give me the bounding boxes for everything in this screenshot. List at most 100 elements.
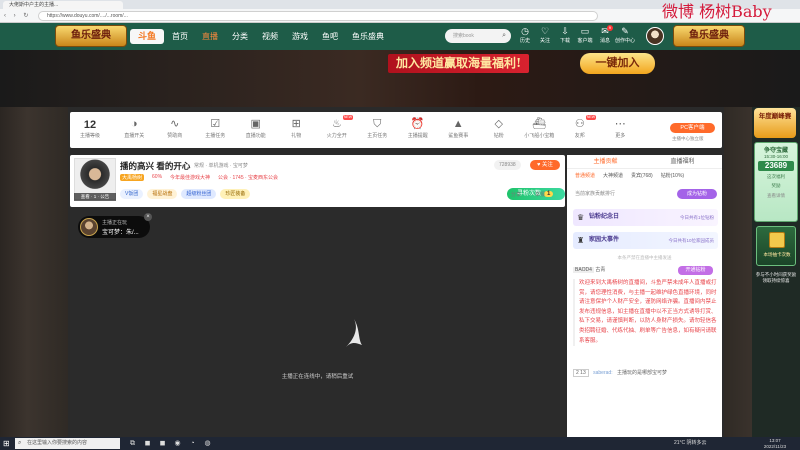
chat-username[interactable]: saberad: <box>593 370 612 376</box>
nav-category[interactable]: 分类 <box>232 31 248 42</box>
tool-home-task[interactable]: ⛉ 主页任务 <box>357 117 398 139</box>
search-icon: ⌕ <box>18 440 22 446</box>
task-icon: ☑ <box>210 118 221 130</box>
gift-draw-card[interactable]: 本场抽卡次数 <box>756 226 796 266</box>
join-channel-button[interactable]: 一键加入 <box>580 53 655 74</box>
search-input[interactable]: 搜索book ⌕ <box>445 29 511 43</box>
nav-buttons[interactable]: ‹ › ↻ <box>4 12 31 19</box>
main-nav: 首页 直播 分类 视频 游戏 鱼吧 鱼乐盛典 <box>172 23 398 50</box>
taskbar-search[interactable]: ⌕ 在这里输入你要搜索的内容 <box>15 438 120 449</box>
room-tag[interactable]: 常规 · 单机游戏 · 宝可梦 <box>194 162 248 169</box>
playing-game-chip[interactable]: 主播正在玩 宝可梦：朱/... × <box>78 213 152 238</box>
tool-label: 主播提醒 <box>407 133 428 139</box>
browser-tab[interactable]: 大佬斯中户主的主播... <box>3 1 123 9</box>
toggle-icon: ◑ <box>130 118 138 130</box>
download-button[interactable]: ⇩ 下载 <box>555 25 575 45</box>
pc-client-button[interactable]: PC客户端 <box>670 123 715 133</box>
treasure-count: 23689 <box>758 161 794 171</box>
message-label: 消息 <box>599 38 610 44</box>
edge-browser-icon[interactable]: ◔ <box>186 438 199 449</box>
system-message: 欢迎来到大禹杨树的直播间，斗鱼严禁未成年人直播或打赏，请您理性消费，与主播一起维… <box>573 279 717 347</box>
tool-live-switch[interactable]: ◑ 直播开关 <box>114 117 155 139</box>
app-icon[interactable]: ◼ <box>141 438 154 449</box>
side-tabs: 主播贡献 直播福利 <box>567 155 722 169</box>
subtab-vip[interactable]: 贵宾(768) <box>631 172 653 179</box>
nav-live[interactable]: 直播 <box>202 31 218 42</box>
chat-message: BAOD4 古青 开通钻粉 <box>573 265 717 276</box>
tool-ship[interactable]: ⛴ 小飞船小宝箱 <box>519 117 560 139</box>
card-sub: 今日共有1位钻粉 <box>679 215 714 220</box>
more-icon: ⋯ <box>614 118 626 130</box>
pill-equipment[interactable]: 珍匠装备 <box>220 189 251 199</box>
treasure-card[interactable]: 争夺宝藏 15:30-16:00 23689 这次福利 奖励 查看详情 <box>754 142 798 222</box>
subtab-god[interactable]: 大神频道 <box>603 172 623 179</box>
loading-spinner-icon <box>346 319 362 347</box>
system-tray[interactable]: 21°C 阴转多云 <box>674 437 707 450</box>
brand-logo[interactable]: 斗鱼 <box>130 29 164 44</box>
pill-lucky[interactable]: 福星战盘 <box>147 189 178 199</box>
tool-event[interactable]: ▲ 鲨鱼赛事 <box>438 117 479 139</box>
chip-line2: 宝可梦：朱/... <box>102 230 139 236</box>
taskbar-clock[interactable]: 13:07 2022/11/23 <box>760 438 790 449</box>
windows-start-icon[interactable]: ⊞ <box>3 439 12 448</box>
tool-more[interactable]: ⋯ 更多 <box>600 117 641 139</box>
tool-diamond-fan[interactable]: ◇ 钻粉 <box>479 117 520 139</box>
pill-vfan[interactable]: V饭团 <box>120 189 144 199</box>
nav-festival[interactable]: 鱼乐盛典 <box>352 31 384 42</box>
history-label: 历史 <box>519 38 530 44</box>
tool-live-feature[interactable]: ▣ 直播功能 <box>236 117 277 139</box>
tab-contribution[interactable]: 主播贡献 <box>567 155 644 168</box>
tool-fire[interactable]: NEW ♨ 火力全开 <box>317 115 358 139</box>
share-button[interactable]: 分享 <box>511 191 521 198</box>
tool-label: 鲨鱼赛事 <box>448 133 469 139</box>
message-button[interactable]: 9 ✉ 消息 <box>595 25 615 45</box>
open-diamond-button[interactable]: 开通钻粉 <box>678 266 713 275</box>
nav-home[interactable]: 首页 <box>172 31 188 42</box>
fest-logo-left[interactable]: 鱼乐盛典 <box>55 25 127 47</box>
nav-video[interactable]: 视频 <box>262 31 278 42</box>
app-icon[interactable]: ◉ <box>171 438 184 449</box>
tab-welfare[interactable]: 直播福利 <box>644 155 721 168</box>
tool-gift[interactable]: ⊞ 礼物 <box>276 117 317 139</box>
chat-text: 主播玩的是哪部宝可梦 <box>616 370 667 376</box>
app-icon[interactable]: ◼ <box>156 438 169 449</box>
tool-ally[interactable]: NEW ⚇ 友邦 <box>560 115 601 139</box>
tool-anchor-task[interactable]: ☑ 主播任务 <box>195 117 236 139</box>
chat-username[interactable]: BAOD4 <box>573 267 594 273</box>
anchor-level[interactable]: 12 主播等级 <box>76 118 104 139</box>
user-avatar[interactable] <box>646 27 664 45</box>
treasure-more[interactable]: 查看详情 <box>755 193 797 199</box>
streamer-name[interactable]: 大禹杨树 <box>120 174 145 181</box>
client-button[interactable]: ▭ 客户端 <box>575 25 595 45</box>
subtab-diamond[interactable]: 钻粉(10%) <box>661 172 684 179</box>
video-player[interactable]: 主播正在玩 宝可梦：朱/... × 主播正在连线中，请稍后重试 <box>70 207 565 437</box>
subtab-normal[interactable]: 普通频道 <box>575 172 595 179</box>
guild-info[interactable]: 公会 · 1745 · 宝麦西东公会 <box>218 174 278 181</box>
url-input[interactable]: https://www.douyu.com/..../...room/... <box>38 11 598 21</box>
diamond-anniversary-card[interactable]: ♛ 钻粉纪念日 今日共有1位钻粉 <box>573 209 718 226</box>
history-button[interactable]: ◷ 历史 <box>515 25 535 45</box>
tool-reminder[interactable]: ⏰ 主播提醒 <box>398 117 439 139</box>
new-badge: NEW <box>342 115 353 120</box>
close-icon[interactable]: × <box>144 213 152 221</box>
nav-yuba[interactable]: 鱼吧 <box>322 31 338 42</box>
home-event-card[interactable]: ♜ 家园大事件 今日共有10位家园成员 <box>573 232 718 249</box>
become-diamond-button[interactable]: 成为钻粉 <box>677 189 717 199</box>
app-icon[interactable]: ◍ <box>201 438 214 449</box>
report-button[interactable]: 举报 <box>535 191 545 198</box>
taskbar-search-text: 在这里输入你要搜索的内容 <box>27 440 88 446</box>
fest-logo-right[interactable]: 鱼乐盛典 <box>673 25 745 47</box>
search-icon[interactable]: ⌕ <box>502 29 506 43</box>
title-badge[interactable]: 今年最佳游戏大神 <box>170 174 210 181</box>
task-view-icon[interactable]: ⧉ <box>126 438 139 449</box>
tool-sponsor[interactable]: ∿ 赞助商 <box>155 117 196 139</box>
pill-superfan[interactable]: 超级粉丝团 <box>181 189 217 199</box>
nav-game[interactable]: 游戏 <box>292 31 308 42</box>
follow-button[interactable]: ♥ 关注 <box>530 160 560 170</box>
annual-peak-badge[interactable]: 年度巅峰赛 <box>754 108 796 138</box>
tool-label: 小飞船小宝箱 <box>524 133 555 139</box>
create-center-button[interactable]: ✎ 创作中心 <box>615 25 635 45</box>
create-label: 创作中心 <box>615 38 636 44</box>
header-icons: ◷ 历史 ♡ 关注 ⇩ 下载 ▭ 客户端 9 ✉ 消息 ✎ 创作中心 <box>515 25 635 45</box>
follow-list-button[interactable]: ♡ 关注 <box>535 25 555 45</box>
